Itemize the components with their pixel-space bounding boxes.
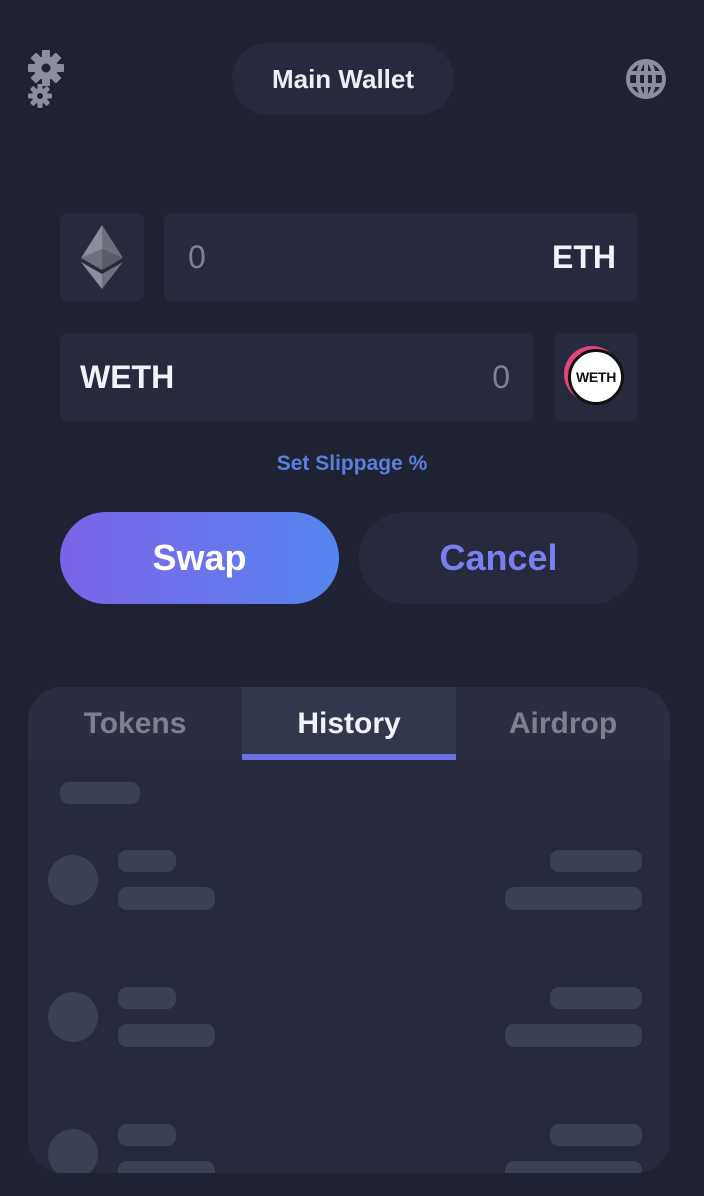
history-panel (28, 760, 670, 1173)
set-slippage-link[interactable]: Set Slippage % (0, 452, 704, 476)
skeleton-subtitle (118, 1161, 215, 1173)
from-token-symbol: ETH (552, 238, 616, 275)
cancel-button-label: Cancel (439, 537, 558, 578)
swap-button[interactable]: Swap (60, 512, 339, 604)
skeleton-avatar (48, 992, 98, 1042)
swap-button-label: Swap (152, 537, 247, 578)
skeleton-subtitle (118, 887, 215, 910)
skeleton-avatar (48, 855, 98, 905)
from-amount-value[interactable]: 0 (188, 239, 206, 276)
wallet-tabs-card: Tokens History Airdrop (28, 687, 670, 1173)
tab-tokens-label: Tokens (83, 706, 187, 740)
globe-icon[interactable] (624, 57, 668, 101)
wallet-swap-screen: Main Wallet 0 ETH WETH 0 WETH Set Slippa… (0, 0, 704, 1196)
cancel-button[interactable]: Cancel (359, 512, 638, 604)
from-amount-field[interactable]: 0 ETH (164, 213, 638, 301)
skeleton-amount (550, 987, 642, 1009)
skeleton-value (505, 1024, 642, 1047)
tab-airdrop[interactable]: Airdrop (456, 687, 670, 760)
skeleton-title (118, 1124, 176, 1146)
to-amount-field[interactable]: WETH 0 (60, 333, 534, 421)
skeleton-subtitle (118, 1024, 215, 1047)
weth-logo-text: WETH (575, 369, 616, 385)
skeleton-date-header (60, 782, 140, 804)
skeleton-amount (550, 850, 642, 872)
tab-history[interactable]: History (242, 687, 456, 760)
ethereum-icon (81, 225, 123, 289)
skeleton-title (118, 987, 176, 1009)
to-token-symbol: WETH (80, 358, 175, 395)
wallet-selector[interactable]: Main Wallet (232, 43, 454, 115)
skeleton-amount (550, 1124, 642, 1146)
skeleton-title (118, 850, 176, 872)
eth-token-selector[interactable] (60, 213, 144, 301)
tab-bar: Tokens History Airdrop (28, 687, 670, 760)
skeleton-value (505, 1161, 642, 1173)
wallet-name: Main Wallet (271, 63, 415, 94)
tab-tokens[interactable]: Tokens (28, 687, 242, 760)
weth-icon: WETH (568, 349, 624, 405)
weth-token-selector[interactable]: WETH (554, 333, 638, 421)
skeleton-avatar (48, 1129, 98, 1173)
tab-airdrop-label: Airdrop (508, 706, 618, 740)
skeleton-value (505, 887, 642, 910)
settings-gears-icon[interactable] (24, 48, 68, 110)
to-amount-value[interactable]: 0 (492, 359, 510, 396)
tab-history-label: History (297, 706, 401, 740)
